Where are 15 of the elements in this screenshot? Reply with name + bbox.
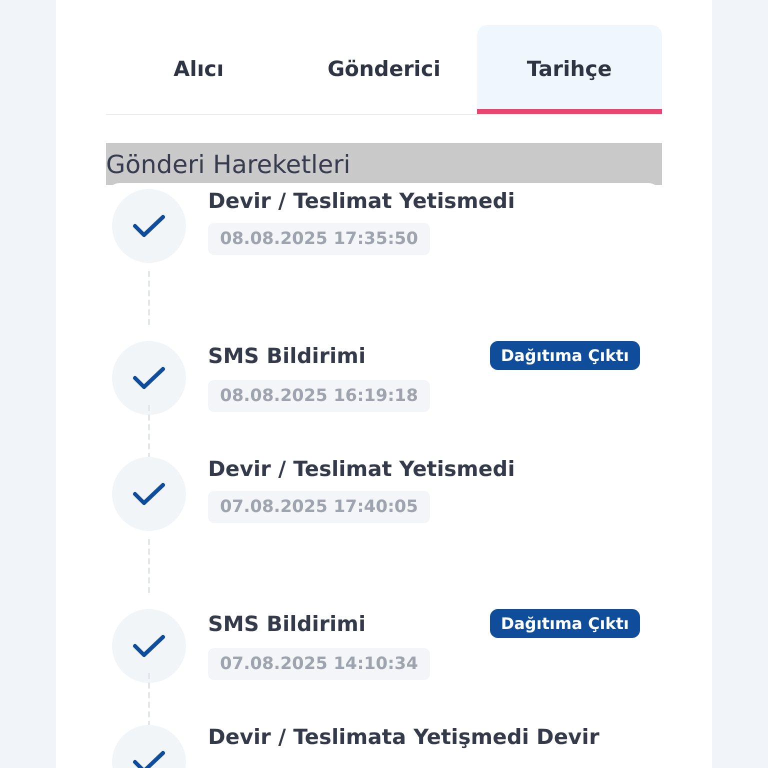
event-title: Devir / Teslimat Yetismedi — [208, 457, 515, 481]
status-badge: Dağıtıma Çıktı — [490, 341, 640, 370]
event-title: SMS Bildirimi — [208, 612, 366, 636]
section-title: Gönderi Hareketleri — [106, 143, 662, 185]
event-date: 08.08.2025 16:19:18 — [208, 380, 430, 412]
event-title: Devir / Teslimata Yetişmedi Devir — [208, 725, 600, 749]
event-title: SMS Bildirimi — [208, 344, 366, 368]
event-date: 07.08.2025 17:40:05 — [208, 491, 430, 523]
tab[interactable]: Tarihçe — [476, 25, 662, 114]
status-badge: Dağıtıma Çıktı — [490, 609, 640, 638]
event-title: Devir / Teslimat Yetismedi — [208, 189, 515, 213]
tab[interactable]: Gönderici — [291, 25, 477, 114]
event-date: 07.08.2025 14:10:34 — [208, 648, 430, 680]
event-date: 08.08.2025 17:35:50 — [208, 223, 430, 255]
tab[interactable]: Alıcı — [106, 25, 292, 114]
